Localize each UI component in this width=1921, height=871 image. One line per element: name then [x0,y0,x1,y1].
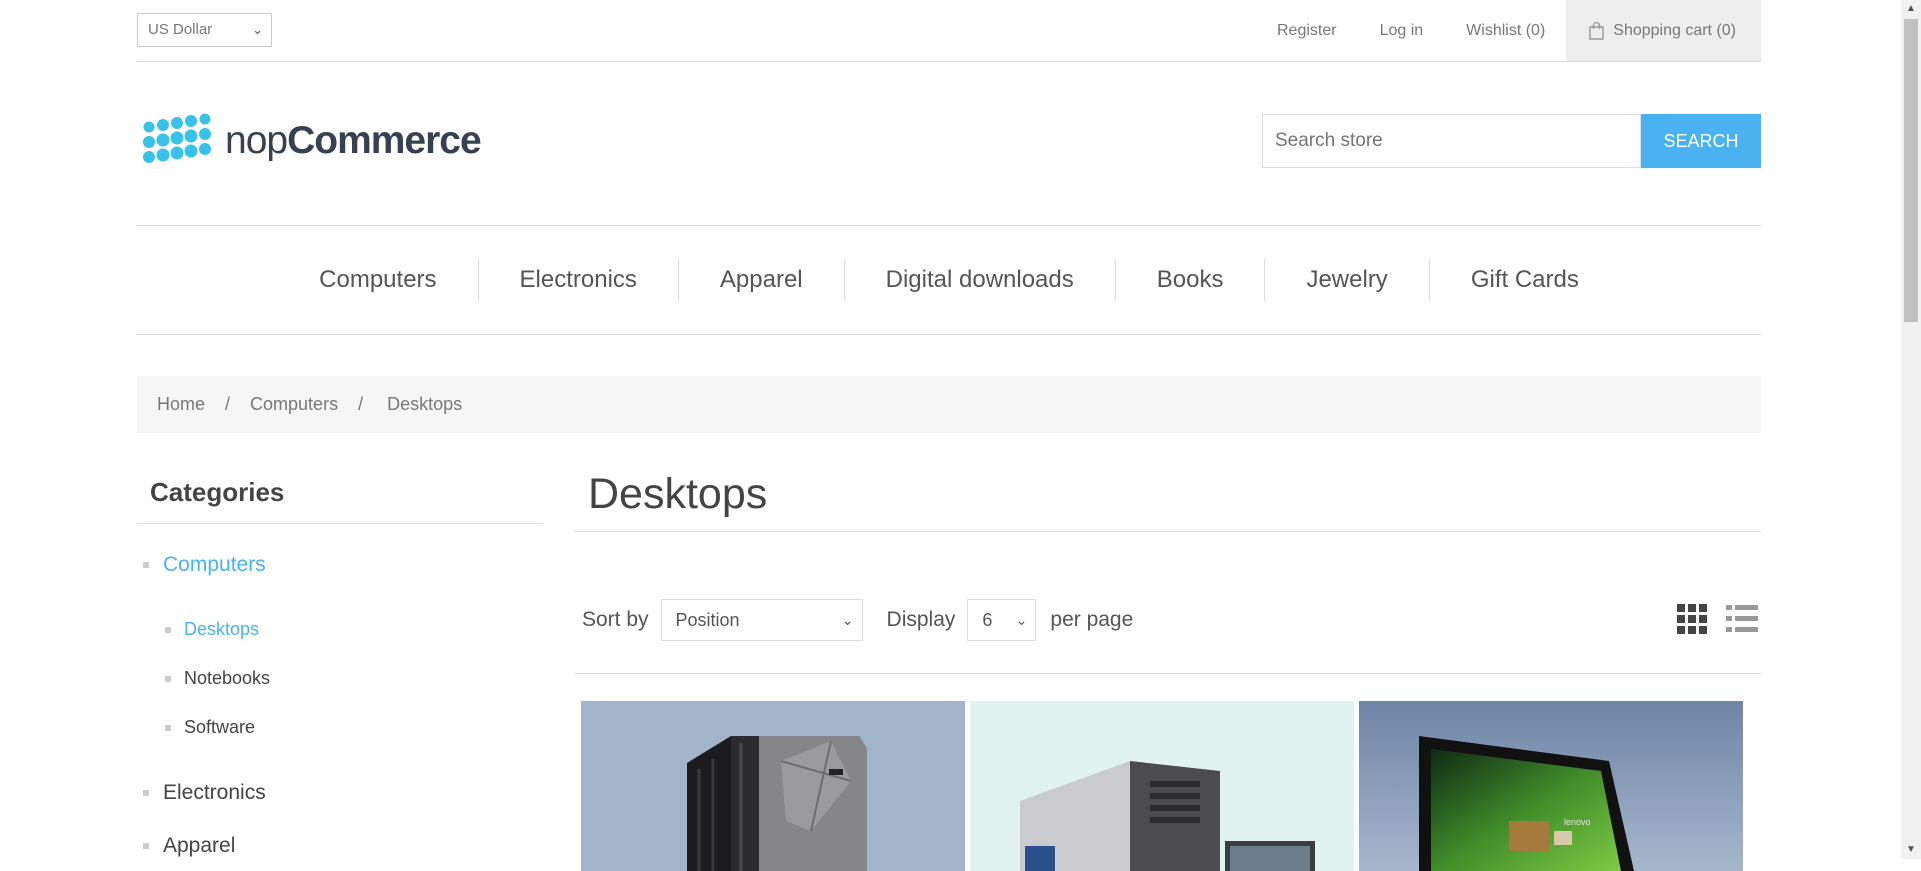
category-computers[interactable]: Computers [137,553,266,577]
menu-item-gift-cards[interactable]: Gift Cards [1428,259,1620,301]
sort-label: Sort by [582,608,649,631]
page: US Dollar ⌄ Register Log in Wishlist (0)… [137,0,1761,871]
bullet-icon [143,790,149,796]
register-link[interactable]: Register [1277,22,1337,40]
menu-item-apparel[interactable]: Apparel [677,259,844,301]
breadcrumb-separator: / [225,394,231,414]
login-link[interactable]: Log in [1380,22,1424,40]
chevron-down-icon: ⌄ [252,22,263,37]
product-item-1[interactable] [581,701,965,871]
breadcrumb-current: Desktops [387,394,463,414]
product-grid: lenovo [574,701,1761,871]
menu-item-digital-downloads[interactable]: Digital downloads [843,259,1115,301]
category-label: Computers [163,553,266,576]
list-icon[interactable] [1723,600,1761,638]
main-content: Desktops Sort by Position ⌄ Display 6 ⌄ … [574,470,1761,871]
menu-item-jewelry[interactable]: Jewelry [1264,259,1428,301]
divider [574,673,1761,674]
breadcrumb-separator: / [358,394,364,414]
category-electronics[interactable]: Electronics [137,781,266,805]
sort-select[interactable]: Position ⌄ [660,599,863,641]
per-page-label: per page [1050,608,1134,631]
shopping-bag-icon [1589,21,1604,40]
category-notebooks[interactable]: Notebooks [137,668,270,689]
vertical-scrollbar[interactable]: ▲ ▼ [1901,0,1921,859]
categories-title: Categories [137,470,543,524]
bullet-icon [165,626,171,633]
store-logo[interactable]: nopCommerce [137,112,482,170]
breadcrumb-home[interactable]: Home [157,394,205,415]
category-software[interactable]: Software [137,717,255,738]
shopping-cart-label: Shopping cart (0) [1613,21,1736,39]
scroll-down-icon[interactable]: ▼ [1901,841,1921,859]
lenovo-all-in-one-image: lenovo [1359,701,1743,871]
logo-dots-icon [143,113,211,163]
chevron-down-icon: ⌄ [1015,612,1028,628]
breadcrumb: Home / Computers / Desktops [137,376,1761,433]
list-icon-graphic [1726,605,1758,632]
category-label: Desktops [184,619,260,639]
logo-text: nopCommerce [225,119,482,162]
header-upper: US Dollar ⌄ Register Log in Wishlist (0)… [137,0,1761,62]
scroll-up-icon[interactable]: ▲ [1901,0,1921,18]
sort-value: Position [675,610,740,630]
top-menu: Computers Electronics Apparel Digital do… [137,225,1761,335]
page-size-select[interactable]: 6 ⌄ [967,599,1037,641]
display-label: Display [886,608,956,631]
category-desktops[interactable]: Desktops [137,619,259,640]
page-title: Desktops [574,470,1761,532]
menu-item-computers[interactable]: Computers [278,259,477,301]
svg-text:lenovo: lenovo [1564,817,1591,827]
menu-item-books[interactable]: Books [1114,259,1265,301]
bullet-icon [165,724,171,731]
bullet-icon [165,675,171,682]
currency-selector[interactable]: US Dollar ⌄ [137,13,272,47]
search-box: SEARCH [1262,114,1761,168]
server-tower-image [581,701,965,871]
bullet-icon [143,843,149,849]
side-categories: Categories [137,470,543,524]
search-button[interactable]: SEARCH [1641,114,1761,168]
category-label: Electronics [163,781,266,804]
category-apparel[interactable]: Apparel [137,834,235,858]
page-size-value: 6 [982,610,993,630]
currency-value: US Dollar [148,21,213,38]
breadcrumb-computers[interactable]: Computers [250,394,338,415]
header-links: Register Log in Wishlist (0) Shopping ca… [1234,0,1761,61]
grid-icon-graphic [1677,604,1707,634]
menu-item-electronics[interactable]: Electronics [477,259,678,301]
scrollbar-thumb[interactable] [1904,19,1918,322]
product-item-2[interactable] [970,701,1354,871]
shopping-cart-link[interactable]: Shopping cart (0) [1566,0,1761,61]
category-label: Apparel [163,834,236,857]
search-input[interactable] [1262,114,1641,168]
grid-icon[interactable] [1673,600,1711,638]
chevron-down-icon: ⌄ [841,612,854,628]
category-label: Software [184,717,256,737]
product-item-3[interactable]: lenovo [1359,701,1743,871]
desktop-pc-image [970,701,1354,871]
view-modes [1661,600,1761,638]
product-selectors: Sort by Position ⌄ Display 6 ⌄ per page [574,597,1761,643]
category-label: Notebooks [184,668,271,688]
wishlist-link[interactable]: Wishlist (0) [1466,22,1545,40]
bullet-icon [143,562,149,568]
